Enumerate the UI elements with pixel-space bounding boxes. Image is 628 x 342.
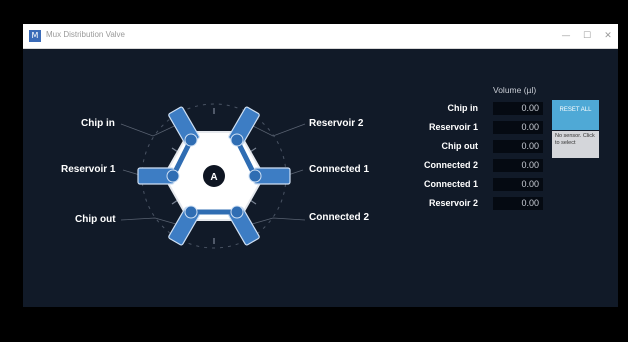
- app-icon: M: [29, 30, 41, 42]
- app-window: M Mux Distribution Valve — ☐ ✕ A Chip in…: [23, 24, 618, 307]
- junction-dot: [184, 205, 198, 219]
- valve-position-label: A: [210, 172, 217, 183]
- title-bar: M Mux Distribution Valve — ☐ ✕: [23, 24, 618, 49]
- volume-row-label: Reservoir 1: [428, 122, 478, 132]
- volume-field[interactable]: 0.00: [493, 121, 543, 134]
- leader-line-connected-2: [244, 217, 306, 227]
- volume-row-label: Connected 1: [423, 179, 478, 189]
- junction-dot: [230, 205, 244, 219]
- volume-field[interactable]: 0.00: [493, 197, 543, 210]
- volume-field[interactable]: 0.00: [493, 140, 543, 153]
- main-content: A Chip in Reservoir 1 Chip out Reservoir…: [23, 48, 618, 307]
- volume-row-label: Chip in: [447, 103, 479, 113]
- junction-dot: [166, 169, 180, 183]
- volume-row-label: Reservoir 2: [428, 198, 478, 208]
- junction-dot: [248, 169, 262, 183]
- port-label-reservoir-2: Reservoir 2: [309, 118, 364, 129]
- leader-line-chip-out: [120, 217, 184, 227]
- minimize-button[interactable]: —: [558, 28, 574, 44]
- reset-all-button[interactable]: RESET ALL: [552, 100, 599, 130]
- sensor-select-box[interactable]: No sensor. Click to select: [552, 131, 599, 158]
- window-title: Mux Distribution Valve: [46, 30, 125, 39]
- port-label-reservoir-1: Reservoir 1: [61, 164, 116, 175]
- port-label-chip-out: Chip out: [75, 214, 116, 225]
- volume-field[interactable]: 0.00: [493, 102, 543, 115]
- port-label-chip-in: Chip in: [81, 118, 115, 129]
- maximize-button[interactable]: ☐: [579, 28, 595, 44]
- port-label-connected-2: Connected 2: [309, 212, 370, 223]
- close-button[interactable]: ✕: [600, 28, 616, 44]
- junction-dot: [184, 133, 198, 147]
- junction-dot: [230, 133, 244, 147]
- volume-field[interactable]: 0.00: [493, 159, 543, 172]
- volume-field[interactable]: 0.00: [493, 178, 543, 191]
- volume-row-label: Connected 2: [423, 160, 478, 170]
- volume-row-label: Chip out: [441, 141, 479, 151]
- volume-header: Volume (µl): [493, 85, 537, 95]
